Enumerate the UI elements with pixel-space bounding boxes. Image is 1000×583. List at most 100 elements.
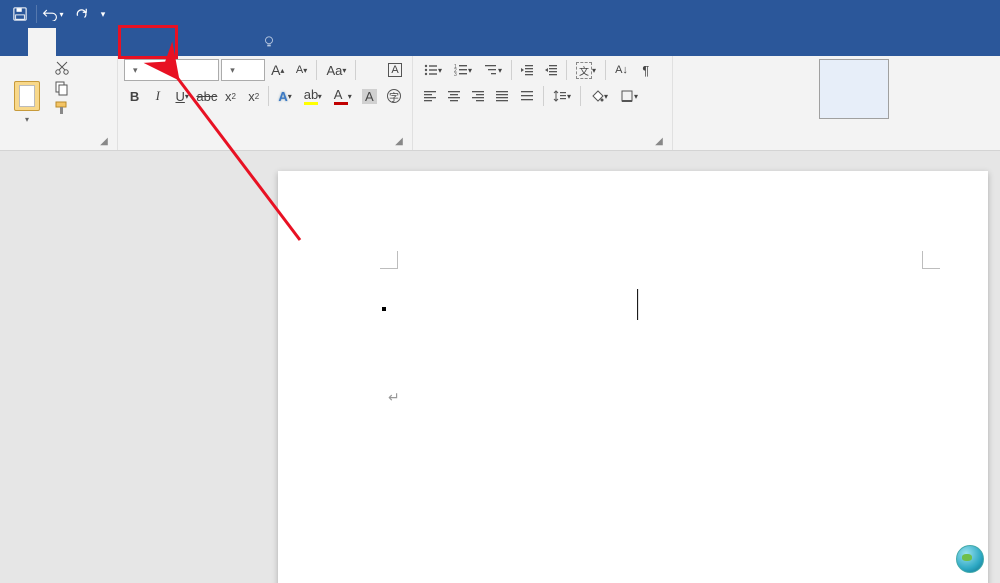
cut-button[interactable] bbox=[52, 59, 76, 77]
paragraph-dialog-launcher[interactable]: ◢ bbox=[652, 134, 666, 148]
phonetic-guide-button[interactable] bbox=[360, 59, 382, 81]
distribute-button[interactable] bbox=[515, 85, 539, 107]
bullets-button[interactable]: ▾ bbox=[419, 59, 447, 81]
style-no-spacing[interactable] bbox=[749, 59, 819, 119]
character-shading-button[interactable]: A bbox=[359, 85, 380, 107]
borders-icon bbox=[620, 89, 634, 103]
document-workspace[interactable]: ↵ bbox=[0, 151, 1000, 583]
separator bbox=[566, 60, 567, 80]
style-more[interactable] bbox=[959, 59, 979, 119]
globe-icon bbox=[956, 545, 984, 573]
quick-access-toolbar: ▾ ▾ bbox=[6, 0, 111, 28]
group-paragraph: ▾ 123▾ ▾ 文▾ A↓ ¶ bbox=[413, 56, 673, 150]
align-left-button[interactable] bbox=[419, 85, 441, 107]
scissors-icon bbox=[54, 60, 70, 76]
tab-references[interactable] bbox=[140, 28, 168, 56]
highlight-button[interactable]: ab▾ bbox=[299, 85, 327, 107]
superscript-button[interactable]: x2 bbox=[243, 85, 264, 107]
margin-corner bbox=[922, 251, 940, 269]
font-size-combo[interactable]: ▾ bbox=[221, 59, 265, 81]
tell-me-search[interactable] bbox=[262, 28, 280, 56]
underline-button[interactable]: U▾ bbox=[170, 85, 193, 107]
multilevel-icon bbox=[484, 63, 498, 77]
copy-button[interactable] bbox=[52, 79, 76, 97]
line-spacing-button[interactable]: ▾ bbox=[548, 85, 576, 107]
asian-layout-button[interactable]: 文▾ bbox=[571, 59, 601, 81]
group-font: ▾ ▾ A▴ A▾ Aa▾ A B I U▾ a bbox=[118, 56, 413, 150]
ribbon: ▾ ◢ bbox=[0, 56, 1000, 151]
style-normal[interactable] bbox=[679, 59, 749, 119]
outdent-icon bbox=[520, 63, 534, 77]
chevron-down-icon[interactable]: ▾ bbox=[133, 65, 138, 76]
document-page[interactable]: ↵ bbox=[278, 171, 988, 583]
document-heading[interactable] bbox=[628, 289, 638, 321]
character-border-button[interactable]: A bbox=[384, 59, 406, 81]
justify-button[interactable] bbox=[491, 85, 513, 107]
enclose-characters-button[interactable]: 字 bbox=[382, 85, 406, 107]
line-spacing-icon bbox=[553, 89, 567, 103]
copy-icon bbox=[54, 80, 70, 96]
group-clipboard: ▾ ◢ bbox=[0, 56, 118, 150]
align-right-button[interactable] bbox=[467, 85, 489, 107]
italic-button[interactable]: I bbox=[147, 85, 168, 107]
strikethrough-button[interactable]: abc bbox=[196, 85, 218, 107]
undo-button[interactable]: ▾ bbox=[39, 0, 67, 28]
numbering-button[interactable]: 123▾ bbox=[449, 59, 477, 81]
lightbulb-icon bbox=[262, 35, 276, 49]
change-case-button[interactable]: Aa▾ bbox=[321, 59, 351, 81]
text-effects-button[interactable]: A▾ bbox=[273, 85, 296, 107]
show-marks-button[interactable]: ¶ bbox=[635, 59, 657, 81]
ribbon-tabs bbox=[0, 28, 1000, 56]
font-color-button[interactable]: A▾ bbox=[329, 85, 357, 107]
align-center-icon bbox=[447, 89, 461, 103]
qat-customize-button[interactable]: ▾ bbox=[95, 0, 111, 28]
bold-button[interactable]: B bbox=[124, 85, 145, 107]
clipboard-group-label: ◢ bbox=[6, 145, 111, 150]
styles-group-label bbox=[679, 145, 994, 150]
tab-layout[interactable] bbox=[112, 28, 140, 56]
subscript-button[interactable]: x2 bbox=[220, 85, 241, 107]
borders-button[interactable]: ▾ bbox=[615, 85, 643, 107]
separator bbox=[605, 60, 606, 80]
separator bbox=[316, 60, 317, 80]
style-heading2[interactable] bbox=[889, 59, 959, 119]
format-painter-button[interactable] bbox=[52, 99, 76, 117]
indent-icon bbox=[544, 63, 558, 77]
align-right-icon bbox=[471, 89, 485, 103]
tab-design[interactable] bbox=[84, 28, 112, 56]
font-family-combo[interactable]: ▾ bbox=[124, 59, 219, 81]
shading-button[interactable]: ▾ bbox=[585, 85, 613, 107]
sort-button[interactable]: A↓ bbox=[610, 59, 633, 81]
separator bbox=[543, 86, 544, 106]
tab-review[interactable] bbox=[196, 28, 224, 56]
separator bbox=[268, 86, 269, 106]
text-cursor bbox=[629, 289, 638, 320]
tab-insert[interactable] bbox=[56, 28, 84, 56]
shrink-font-button[interactable]: A▾ bbox=[291, 59, 313, 81]
style-heading1[interactable] bbox=[819, 59, 889, 119]
save-button[interactable] bbox=[6, 0, 34, 28]
clipboard-icon bbox=[14, 81, 40, 111]
paragraph-mark: ↵ bbox=[388, 389, 400, 406]
save-icon bbox=[13, 7, 27, 21]
align-left-icon bbox=[423, 89, 437, 103]
paintbrush-icon bbox=[54, 100, 70, 116]
multilevel-list-button[interactable]: ▾ bbox=[479, 59, 507, 81]
decrease-indent-button[interactable] bbox=[516, 59, 538, 81]
tab-home[interactable] bbox=[28, 28, 56, 56]
tab-file[interactable] bbox=[0, 28, 28, 56]
paragraph-group-label: ◢ bbox=[419, 145, 666, 150]
align-center-button[interactable] bbox=[443, 85, 465, 107]
clipboard-dialog-launcher[interactable]: ◢ bbox=[97, 134, 111, 148]
styles-gallery[interactable] bbox=[679, 59, 979, 145]
redo-button[interactable] bbox=[67, 0, 95, 28]
tab-view[interactable] bbox=[224, 28, 252, 56]
undo-icon bbox=[42, 7, 58, 21]
justify-icon bbox=[495, 89, 509, 103]
grow-font-button[interactable]: A▴ bbox=[267, 59, 289, 81]
font-dialog-launcher[interactable]: ◢ bbox=[392, 134, 406, 148]
paste-button[interactable]: ▾ bbox=[6, 59, 48, 145]
increase-indent-button[interactable] bbox=[540, 59, 562, 81]
tab-mailings[interactable] bbox=[168, 28, 196, 56]
chevron-down-icon[interactable]: ▾ bbox=[230, 65, 235, 76]
